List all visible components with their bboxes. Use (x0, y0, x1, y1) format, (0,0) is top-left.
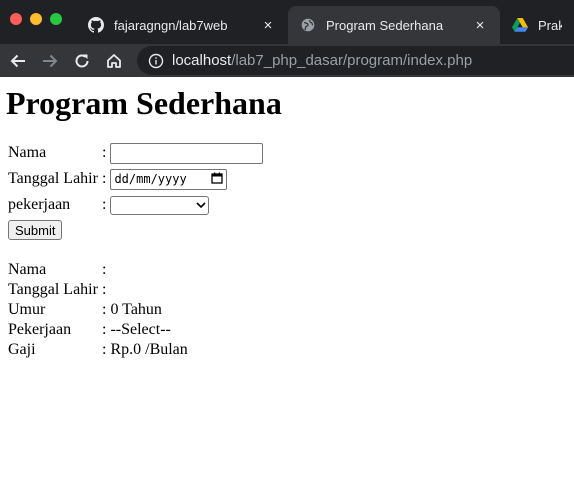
nama-input[interactable] (110, 142, 264, 164)
tab-title: Program Sederhana (326, 17, 444, 33)
colon: : (102, 196, 107, 213)
tab-title: fajaragngn/lab7web (114, 17, 228, 33)
result-value: : 0 Tahun (102, 301, 162, 318)
result-label: Tanggal Lahir (8, 281, 98, 298)
colon: : (102, 170, 107, 187)
forward-arrow-icon[interactable] (36, 47, 64, 75)
result-table: Nama: Tanggal Lahir: Umur : 0 Tahun Peker… (8, 260, 188, 360)
maximize-window-button[interactable] (50, 13, 62, 25)
result-row: Gaji : Rp.0 /Bulan (8, 340, 188, 360)
result-value: : Rp.0 /Bulan (102, 341, 188, 358)
github-icon (88, 17, 104, 33)
result-row: Pekerjaan : --Select-- (8, 320, 188, 340)
window-controls (10, 13, 62, 25)
tab-title: Praktik (538, 17, 562, 33)
browser-chrome: fajaragngn/lab7web × Program Sederhana ×… (0, 0, 574, 77)
page-title: Program Sederhana (6, 85, 282, 121)
result-label: Umur (8, 301, 46, 318)
colon: : (102, 144, 107, 161)
result-value: : (102, 261, 107, 278)
close-tab-icon[interactable]: × (260, 17, 276, 34)
submit-button[interactable]: Submit (8, 220, 63, 240)
tab-github[interactable]: fajaragngn/lab7web × (76, 6, 288, 44)
result-row: Umur : 0 Tahun (8, 300, 188, 320)
tanggal-lahir-label: Tanggal Lahir (8, 170, 98, 187)
result-value: : (102, 281, 107, 298)
tab-strip: fajaragngn/lab7web × Program Sederhana ×… (0, 0, 574, 44)
calendar-icon[interactable] (211, 172, 224, 187)
tanggal-lahir-date-input[interactable]: dd/mm/yyyy (110, 168, 228, 190)
pekerjaan-row: pekerjaan : (8, 192, 263, 218)
tab-praktik[interactable]: Praktik (500, 6, 574, 44)
chevron-down-icon (196, 196, 207, 214)
biodata-form: Nama : Tanggal Lahir : dd/mm/yyyy pekerj… (8, 140, 566, 240)
minimize-window-button[interactable] (30, 13, 42, 25)
nama-label: Nama (8, 144, 47, 161)
globe-icon (300, 17, 316, 33)
url-host: localhost (172, 52, 232, 69)
google-drive-icon (512, 17, 528, 33)
info-icon[interactable] (148, 53, 164, 69)
result-value: : --Select-- (102, 321, 171, 338)
pekerjaan-select[interactable] (110, 195, 210, 215)
result-row: Tanggal Lahir: (8, 280, 188, 300)
result-label: Nama (8, 261, 47, 278)
result-row: Nama: (8, 260, 188, 280)
result-label: Pekerjaan (8, 321, 72, 338)
close-window-button[interactable] (10, 13, 22, 25)
home-icon[interactable] (100, 47, 128, 75)
close-tab-icon[interactable]: × (472, 17, 488, 34)
reload-icon[interactable] (68, 47, 96, 75)
url-path: /lab7_php_dasar/program/index.php (231, 52, 473, 69)
tab-program-sederhana[interactable]: Program Sederhana × (288, 6, 500, 44)
address-bar[interactable]: localhost/lab7_php_dasar/program/index.p… (137, 46, 574, 75)
page-body: Program Sederhana Nama : Tanggal Lahir :… (0, 87, 574, 360)
browser-toolbar: localhost/lab7_php_dasar/program/index.p… (0, 44, 574, 77)
tanggal-lahir-row: Tanggal Lahir : dd/mm/yyyy (8, 166, 263, 192)
pekerjaan-label: pekerjaan (8, 196, 71, 213)
nama-row: Nama : (8, 140, 264, 166)
back-arrow-icon[interactable] (4, 47, 32, 75)
result-label: Gaji (8, 341, 36, 358)
form-table: Nama : Tanggal Lahir : dd/mm/yyyy pekerj… (8, 140, 264, 218)
date-placeholder: dd/mm/yyyy (114, 172, 187, 186)
